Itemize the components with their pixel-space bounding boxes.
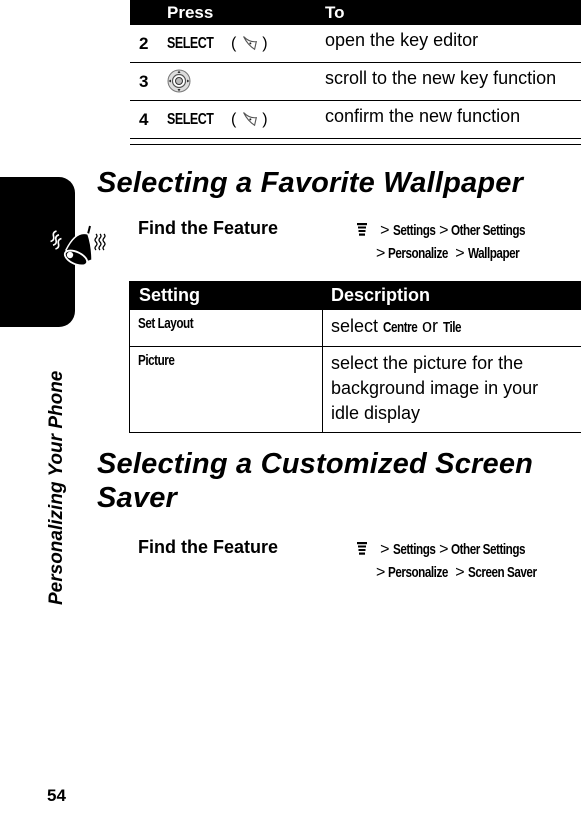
path-item: Personalize <box>388 564 449 581</box>
separator: > <box>380 541 390 558</box>
option-centre: Centre <box>383 319 418 336</box>
action-text: open the key editor <box>325 30 479 50</box>
press-key: SELECT ( ) <box>167 110 268 129</box>
table-row: Picture select the picture for the backg… <box>130 346 581 432</box>
press-to-table: Press To 2 SELECT ( ) open the key edito… <box>130 0 581 139</box>
step-number: 2 <box>139 34 149 53</box>
header-setting: Setting <box>139 285 200 305</box>
separator: > <box>439 222 449 239</box>
header-press: Press <box>167 3 214 22</box>
table-row: 4 SELECT ( ) confirm the new function <box>130 101 581 139</box>
section-title-wallpaper: Selecting a Favorite Wallpaper <box>97 167 524 199</box>
separator: > <box>439 541 449 558</box>
header-to: To <box>325 3 345 22</box>
settings-table: Setting Description Set Layout select Ce… <box>129 281 581 433</box>
path-item: Wallpaper <box>467 245 520 262</box>
desc-text: select <box>331 316 384 336</box>
separator: > <box>376 564 386 581</box>
setting-name: Set Layout <box>138 315 194 332</box>
paren: ( <box>230 111 237 128</box>
table-header: Setting Description <box>130 281 581 309</box>
menu-key-icon <box>357 542 367 555</box>
right-soft-key-icon <box>242 112 257 127</box>
separator: > <box>455 564 465 581</box>
separator: > <box>376 245 386 262</box>
header-description: Description <box>331 285 431 305</box>
press-key: SELECT ( ) <box>167 34 268 53</box>
setting-description: select Centre or Tile <box>322 310 581 346</box>
divider <box>130 144 581 145</box>
path-item: Settings <box>392 541 436 558</box>
action-text: confirm the new function <box>325 106 521 126</box>
setting-description: select the picture for the background im… <box>322 347 581 432</box>
nav-key-icon <box>167 69 191 93</box>
table-row: Set Layout select Centre or Tile <box>130 309 581 346</box>
path-item: Other Settings <box>451 541 526 558</box>
paren: ) <box>262 35 268 52</box>
table-header: Press To <box>130 0 581 25</box>
separator: > <box>380 222 390 239</box>
step-number: 3 <box>139 72 149 91</box>
feature-path: > Settings > Other Settings > Personalize >… <box>357 219 546 265</box>
ringing-bell-icon <box>50 225 106 267</box>
right-soft-key-icon <box>242 36 257 51</box>
select-key-label: SELECT <box>167 111 214 128</box>
path-item: Settings <box>392 222 436 239</box>
separator: > <box>455 245 465 262</box>
desc-text: or <box>416 316 443 336</box>
find-feature-label: Find the Feature <box>138 537 279 557</box>
find-feature-label: Find the Feature <box>138 218 279 238</box>
setting-name: Picture <box>138 352 175 369</box>
select-key-label: SELECT <box>167 35 214 52</box>
path-item: Personalize <box>388 245 449 262</box>
section-title-screensaver: Selecting a Customized Screen Saver <box>97 448 534 514</box>
table-row: 3 scroll to the new key function <box>130 63 581 101</box>
table-row: 2 SELECT ( ) open the key editor <box>130 25 581 63</box>
action-text: scroll to the new key function <box>325 68 557 88</box>
option-tile: Tile <box>442 319 462 336</box>
path-item: Other Settings <box>451 222 526 239</box>
step-number: 4 <box>139 110 149 129</box>
paren: ) <box>262 111 268 128</box>
path-item: Screen Saver <box>467 564 537 581</box>
feature-path: > Settings > Other Settings > Personalize >… <box>357 538 556 584</box>
paren: ( <box>230 35 237 52</box>
menu-key-icon <box>357 223 367 236</box>
page-number: 54 <box>47 786 66 805</box>
chapter-title: Personalizing Your Phone <box>46 370 67 605</box>
